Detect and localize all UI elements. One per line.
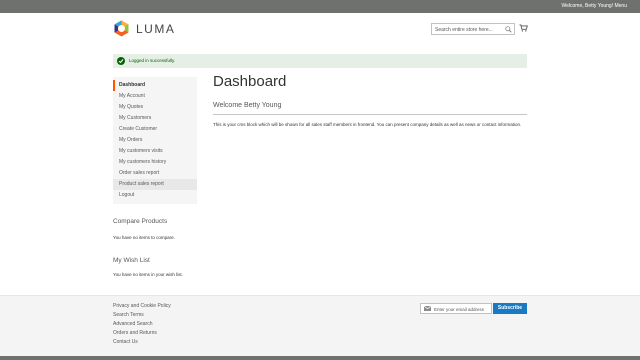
nav-item-customers-visits[interactable]: My customers visits bbox=[113, 146, 197, 157]
luma-logo-icon bbox=[114, 20, 129, 37]
nav-item-my-quotes[interactable]: My Quotes bbox=[113, 102, 197, 113]
header: LUMA bbox=[0, 13, 640, 46]
footer-link-contact[interactable]: Contact Us bbox=[113, 339, 138, 345]
envelope-icon bbox=[424, 306, 431, 311]
footer-link-advanced-search[interactable]: Advanced Search bbox=[113, 321, 152, 327]
footer-link-search-terms[interactable]: Search Terms bbox=[113, 312, 144, 318]
cart-icon[interactable] bbox=[519, 24, 528, 32]
nav-item-create-customer[interactable]: Create Customer bbox=[113, 124, 197, 135]
nav-item-dashboard[interactable]: Dashboard bbox=[113, 80, 197, 91]
alert-message: Logged in successfully. bbox=[129, 58, 176, 63]
nav-item-my-account[interactable]: My Account bbox=[113, 91, 197, 102]
welcome-message[interactable]: Welcome, Betty Young! Menu bbox=[561, 3, 627, 9]
nav-item-my-orders[interactable]: My Orders bbox=[113, 135, 197, 146]
wishlist-empty-text: You have no items in your wish list. bbox=[113, 272, 183, 277]
welcome-heading: Welcome Betty Young bbox=[213, 102, 282, 109]
footer: Privacy and Cookie Policy Search Terms A… bbox=[0, 295, 640, 356]
cms-block-text: This is your cms block which will be sho… bbox=[213, 122, 522, 127]
nav-item-order-sales-report[interactable]: Order sales report bbox=[113, 168, 197, 179]
nav-item-my-customers[interactable]: My Customers bbox=[113, 113, 197, 124]
search-icon[interactable] bbox=[505, 26, 512, 33]
check-circle-icon bbox=[117, 57, 125, 65]
nav-item-customers-history[interactable]: My customers history bbox=[113, 157, 197, 168]
bottom-bar bbox=[0, 356, 640, 360]
subscribe-button[interactable]: Subscribe bbox=[493, 303, 527, 314]
compare-title: Compare Products bbox=[113, 218, 168, 225]
account-nav: Dashboard My Account My Quotes My Custom… bbox=[113, 77, 197, 204]
nav-item-product-sales-report[interactable]: Product sales report bbox=[113, 179, 197, 190]
top-bar: Welcome, Betty Young! Menu bbox=[0, 0, 640, 13]
wishlist-title: My Wish List bbox=[113, 257, 150, 264]
nav-item-logout[interactable]: Logout bbox=[113, 190, 197, 201]
section-divider bbox=[213, 114, 527, 115]
compare-empty-text: You have no items to compare. bbox=[113, 235, 175, 240]
page-title: Dashboard bbox=[213, 73, 287, 90]
newsletter-email-input[interactable] bbox=[434, 305, 490, 313]
brand-name: LUMA bbox=[136, 21, 176, 36]
footer-link-orders-returns[interactable]: Orders and Returns bbox=[113, 330, 157, 336]
success-alert: Logged in successfully. bbox=[113, 54, 527, 68]
newsletter-box bbox=[420, 303, 492, 314]
footer-link-privacy[interactable]: Privacy and Cookie Policy bbox=[113, 303, 171, 309]
logo[interactable]: LUMA bbox=[113, 20, 175, 37]
search-input[interactable] bbox=[435, 25, 505, 34]
search-box bbox=[431, 23, 515, 35]
